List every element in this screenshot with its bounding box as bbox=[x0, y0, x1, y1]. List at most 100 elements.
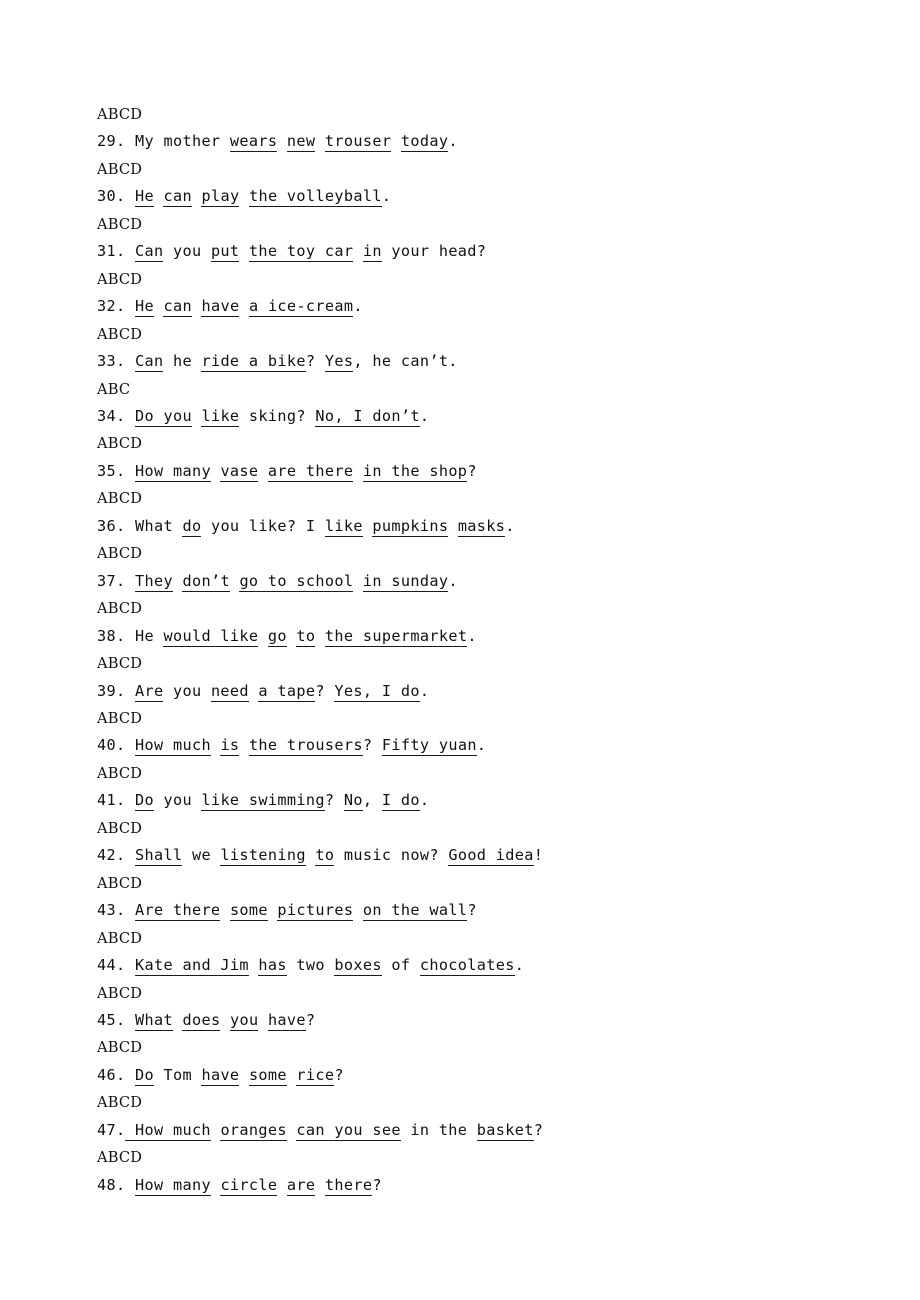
underlined-segment[interactable]: No, I don’t bbox=[315, 406, 420, 427]
underlined-segment[interactable]: are there bbox=[267, 461, 354, 482]
answer-options-line[interactable]: ABCD bbox=[97, 1034, 857, 1061]
answer-options-line[interactable]: ABCD bbox=[97, 266, 857, 293]
underlined-segment[interactable]: rice bbox=[296, 1065, 335, 1086]
underlined-segment[interactable]: go to school bbox=[239, 571, 354, 592]
underlined-segment[interactable]: Yes, I do bbox=[334, 681, 420, 702]
underlined-segment[interactable]: in bbox=[362, 242, 382, 263]
underlined-segment[interactable]: pumpkins bbox=[372, 516, 449, 537]
underlined-segment[interactable]: like bbox=[201, 406, 240, 427]
answer-options-line[interactable]: ABCD bbox=[97, 321, 857, 348]
underlined-segment[interactable]: are bbox=[286, 1175, 316, 1196]
underlined-segment[interactable]: boxes bbox=[334, 956, 382, 977]
underlined-segment[interactable]: new bbox=[286, 132, 316, 153]
underlined-segment[interactable]: there bbox=[324, 1175, 373, 1196]
underlined-segment[interactable]: How much bbox=[134, 736, 211, 757]
underlined-segment[interactable]: They bbox=[134, 571, 173, 592]
underlined-segment[interactable]: How much bbox=[125, 1120, 211, 1141]
underlined-segment[interactable]: Fifty yuan bbox=[381, 736, 477, 757]
underlined-segment[interactable]: today bbox=[400, 132, 449, 153]
answer-options-line[interactable]: ABCD bbox=[97, 870, 857, 897]
underlined-segment[interactable]: vase bbox=[220, 461, 259, 482]
underlined-segment[interactable]: play bbox=[201, 187, 240, 208]
underlined-segment[interactable]: Are bbox=[134, 681, 164, 702]
underlined-segment[interactable]: is bbox=[220, 736, 240, 757]
underlined-segment[interactable]: like bbox=[324, 516, 363, 537]
underlined-segment[interactable]: No bbox=[343, 791, 363, 812]
underlined-segment[interactable]: the trousers bbox=[248, 736, 363, 757]
plain-segment: ? bbox=[467, 461, 477, 480]
underlined-segment[interactable]: a ice-cream bbox=[248, 297, 354, 318]
underlined-segment[interactable]: Do bbox=[134, 791, 154, 812]
answer-options-line[interactable]: ABCD bbox=[97, 485, 857, 512]
underlined-segment[interactable]: I do bbox=[381, 791, 420, 812]
underlined-segment[interactable]: He bbox=[134, 187, 154, 208]
underlined-segment[interactable]: don’t bbox=[182, 571, 230, 592]
underlined-segment[interactable]: you bbox=[229, 1010, 259, 1031]
underlined-segment[interactable]: circle bbox=[220, 1175, 278, 1196]
underlined-segment[interactable]: How many bbox=[134, 1175, 211, 1196]
underlined-segment[interactable]: do bbox=[182, 516, 202, 537]
answer-options-line[interactable]: ABCD bbox=[97, 101, 857, 128]
answer-options-line[interactable]: ABCD bbox=[97, 705, 857, 732]
underlined-segment[interactable]: How many bbox=[134, 461, 211, 482]
underlined-segment[interactable]: listening bbox=[220, 846, 306, 867]
underlined-segment[interactable]: He bbox=[134, 297, 154, 318]
answer-options-line[interactable]: ABCD bbox=[97, 760, 857, 787]
underlined-segment[interactable]: masks bbox=[457, 516, 506, 537]
underlined-segment[interactable]: can bbox=[163, 297, 192, 318]
underlined-segment[interactable]: in the shop bbox=[362, 461, 468, 482]
underlined-segment[interactable]: Do bbox=[134, 1065, 154, 1086]
underlined-segment[interactable]: oranges bbox=[220, 1120, 287, 1141]
underlined-segment[interactable]: to bbox=[296, 626, 316, 647]
underlined-segment[interactable]: Yes bbox=[324, 352, 354, 373]
underlined-segment[interactable]: have bbox=[201, 297, 240, 318]
answer-options-line[interactable]: ABC bbox=[97, 376, 857, 403]
underlined-segment[interactable]: to bbox=[315, 846, 335, 867]
underlined-segment[interactable]: need bbox=[210, 681, 249, 702]
underlined-segment[interactable]: Are there bbox=[134, 901, 221, 922]
underlined-segment[interactable]: like swimming bbox=[201, 791, 325, 812]
underlined-segment[interactable]: can bbox=[163, 187, 192, 208]
underlined-segment[interactable]: the toy car bbox=[248, 242, 354, 263]
underlined-segment[interactable]: the supermarket bbox=[324, 626, 468, 647]
underlined-segment[interactable]: some bbox=[229, 901, 268, 922]
plain-segment: 42. bbox=[97, 846, 135, 865]
answer-options-line[interactable]: ABCD bbox=[97, 1144, 857, 1171]
underlined-segment[interactable]: have bbox=[201, 1065, 240, 1086]
underlined-segment[interactable]: has bbox=[258, 956, 287, 977]
underlined-segment[interactable]: in sunday bbox=[362, 571, 449, 592]
underlined-segment[interactable]: the volleyball bbox=[248, 187, 382, 208]
underlined-segment[interactable]: Can bbox=[134, 352, 164, 373]
answer-options-line[interactable]: ABCD bbox=[97, 430, 857, 457]
underlined-segment[interactable]: have bbox=[267, 1010, 306, 1031]
underlined-segment[interactable]: basket bbox=[476, 1120, 534, 1141]
answer-options-line[interactable]: ABCD bbox=[97, 650, 857, 677]
answer-options-line[interactable]: ABCD bbox=[97, 815, 857, 842]
underlined-segment[interactable]: Can bbox=[134, 242, 164, 263]
underlined-segment[interactable]: trouser bbox=[324, 132, 392, 153]
underlined-segment[interactable]: go bbox=[267, 626, 287, 647]
underlined-segment[interactable]: wears bbox=[229, 132, 278, 153]
underlined-segment[interactable]: would like bbox=[163, 626, 259, 647]
answer-options-line[interactable]: ABCD bbox=[97, 925, 857, 952]
underlined-segment[interactable]: What bbox=[134, 1010, 173, 1031]
underlined-segment[interactable]: can you see bbox=[296, 1120, 401, 1141]
underlined-segment[interactable]: some bbox=[248, 1065, 287, 1086]
underlined-segment[interactable]: does bbox=[182, 1010, 221, 1031]
underlined-segment[interactable]: a tape bbox=[258, 681, 316, 702]
underlined-segment[interactable]: Good idea bbox=[448, 846, 534, 867]
answer-options-line[interactable]: ABCD bbox=[97, 980, 857, 1007]
underlined-segment[interactable]: Kate and Jim bbox=[134, 956, 249, 977]
underlined-segment[interactable]: on the wall bbox=[362, 901, 468, 922]
answer-options-line[interactable]: ABCD bbox=[97, 211, 857, 238]
underlined-segment[interactable]: put bbox=[210, 242, 240, 263]
answer-options-line[interactable]: ABCD bbox=[97, 595, 857, 622]
underlined-segment[interactable]: Do you bbox=[134, 406, 192, 427]
underlined-segment[interactable]: chocolates bbox=[419, 956, 515, 977]
underlined-segment[interactable]: Shall bbox=[134, 846, 183, 867]
underlined-segment[interactable]: ride a bike bbox=[201, 352, 306, 373]
underlined-segment[interactable]: pictures bbox=[277, 901, 354, 922]
answer-options-line[interactable]: ABCD bbox=[97, 540, 857, 567]
answer-options-line[interactable]: ABCD bbox=[97, 156, 857, 183]
answer-options-line[interactable]: ABCD bbox=[97, 1089, 857, 1116]
